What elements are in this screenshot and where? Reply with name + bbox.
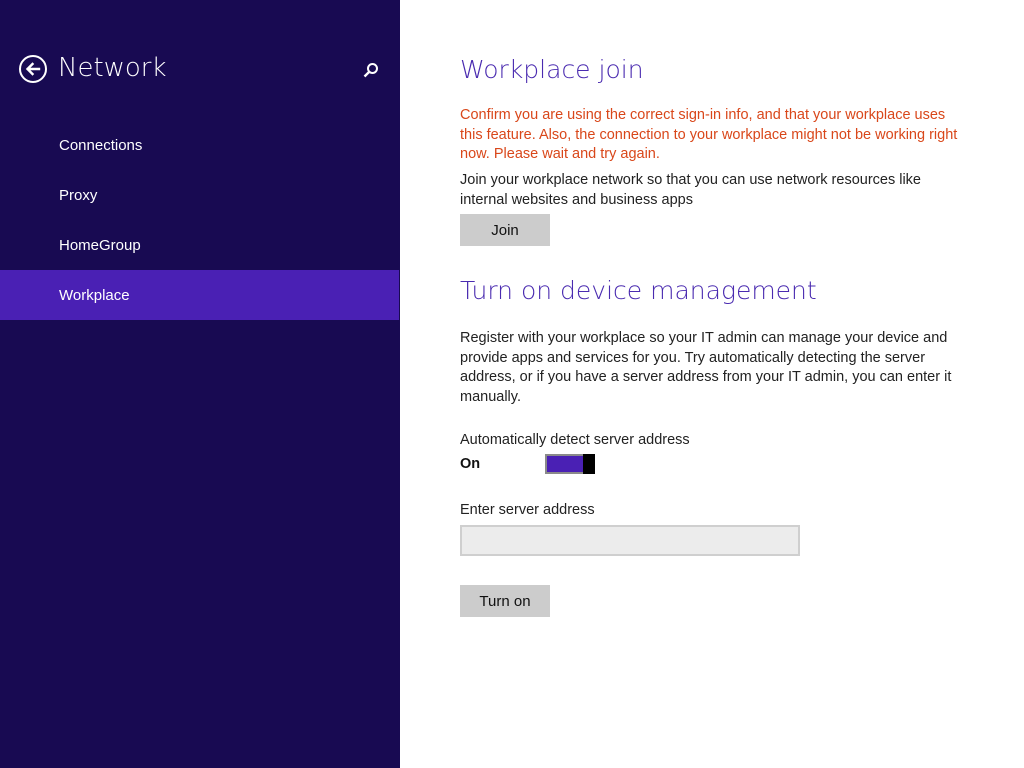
workplace-join-title: Workplace join (460, 55, 644, 84)
sidebar-title: Network (58, 53, 167, 83)
toggle-thumb[interactable] (583, 454, 595, 474)
sidebar-item-label: Workplace (59, 286, 130, 304)
device-management-description: Register with your workplace so your IT … (460, 330, 952, 405)
sidebar-item-label: Connections (59, 136, 143, 154)
server-address-label: Enter server address (460, 502, 595, 518)
error-message: Confirm you are using the correct sign-i… (460, 107, 958, 162)
sidebar: Network Connections Proxy HomeGroup Work… (0, 0, 400, 768)
sidebar-item-proxy[interactable]: Proxy (0, 170, 399, 220)
sidebar-item-connections[interactable]: Connections (0, 120, 399, 170)
auto-detect-toggle[interactable] (545, 454, 595, 474)
sidebar-item-homegroup[interactable]: HomeGroup (0, 220, 399, 270)
auto-detect-state: On (460, 456, 481, 472)
toggle-track (545, 454, 585, 474)
auto-detect-label: Automatically detect server address (460, 432, 690, 448)
back-arrow-icon[interactable] (19, 55, 47, 83)
sidebar-item-label: HomeGroup (59, 236, 141, 254)
sidebar-item-workplace[interactable]: Workplace (0, 270, 399, 320)
server-address-input[interactable] (460, 525, 800, 556)
device-management-title: Turn on device management (460, 276, 817, 305)
join-button[interactable]: Join (460, 214, 550, 246)
search-icon[interactable] (362, 61, 380, 79)
sidebar-item-label: Proxy (59, 186, 98, 204)
workplace-join-description: Join your workplace network so that you … (460, 172, 921, 208)
turn-on-button[interactable]: Turn on (460, 585, 550, 617)
